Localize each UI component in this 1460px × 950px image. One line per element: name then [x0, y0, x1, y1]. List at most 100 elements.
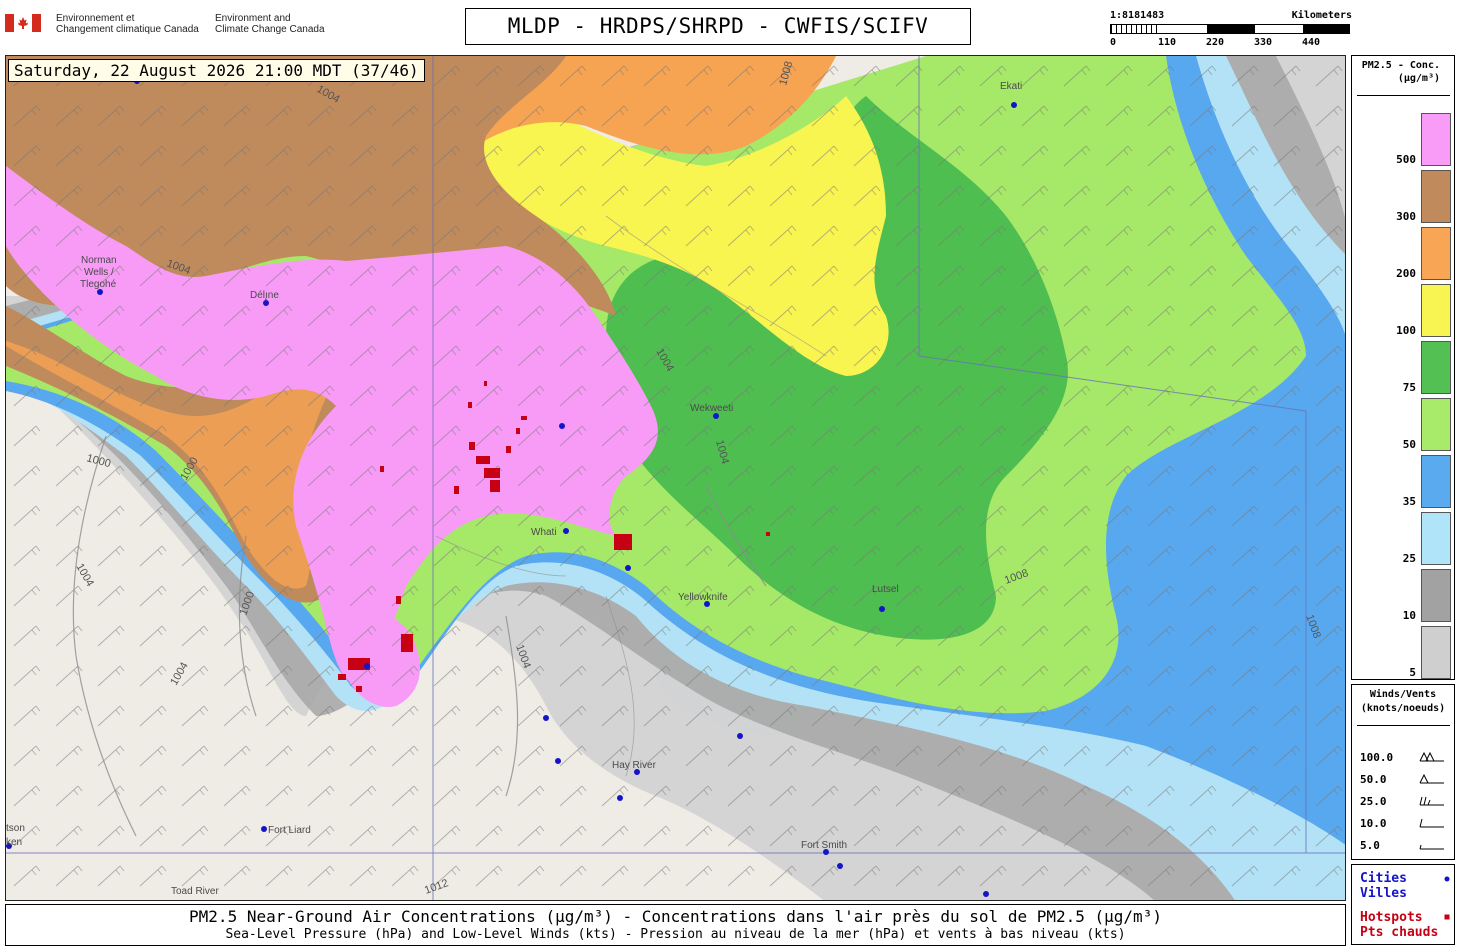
wind-speed-label: 50.0	[1360, 773, 1387, 786]
wind-legend-title-line-1: Winds/Vents	[1369, 689, 1437, 700]
legend-swatch	[1421, 455, 1451, 508]
city-label: Fort Smith	[801, 840, 847, 851]
city-label: Toad River	[171, 886, 219, 897]
city-marker	[1011, 102, 1017, 108]
cities-label-fr: Villes	[1360, 886, 1407, 901]
city-marker	[261, 826, 267, 832]
hotspot-marker	[356, 686, 362, 692]
scale-tick: 220	[1206, 37, 1225, 48]
caption-line-2: Sea-Level Pressure (hPa) and Low-Level W…	[225, 927, 1126, 942]
city-marker	[617, 795, 623, 801]
organization-name-fr: Environnement et Changement climatique C…	[56, 13, 199, 35]
hotspot-marker	[506, 446, 511, 453]
legend-swatch	[1421, 569, 1451, 622]
city-marker	[543, 715, 549, 721]
city-label: Norman	[81, 255, 117, 266]
city-marker	[983, 891, 989, 897]
legend-bin-label: 200	[1396, 267, 1416, 280]
legend-swatch	[1421, 284, 1451, 337]
wind-speed-label: 100.0	[1360, 751, 1394, 764]
map-canvas: 1004 1004 1000 1000 1004 1004 1000 1004 …	[6, 56, 1345, 900]
legend-bin-label: 300	[1396, 210, 1416, 223]
legend-bin-label: 500	[1396, 153, 1416, 166]
scale-tick: 440	[1302, 37, 1321, 48]
legend-swatch	[1421, 227, 1451, 280]
city-marker	[364, 663, 370, 669]
legend-swatch	[1421, 512, 1451, 565]
hotspot-marker	[484, 468, 500, 478]
legend-bin-label: 10	[1402, 609, 1416, 622]
hotspots-label-en: Hotspots	[1360, 910, 1423, 925]
legend-swatch	[1421, 170, 1451, 223]
city-dot-icon	[1444, 876, 1450, 882]
legend-swatch	[1421, 113, 1451, 166]
scale-ratio: 1:8181483	[1110, 10, 1165, 21]
scale-tick: 0	[1110, 37, 1117, 48]
hotspot-marker	[476, 456, 490, 464]
wind-legend-title-line-2: (knots/noeuds)	[1360, 703, 1446, 714]
city-label: Whati	[531, 527, 557, 538]
concentration-legend: PM2.5 - Conc. (µg/m³) 500 300 200 100 75 50 35…	[1351, 55, 1455, 680]
hotspot-marker	[454, 486, 459, 494]
scale-tick: 330	[1254, 37, 1273, 48]
legend-title-line-1: PM2.5 - Conc.	[1361, 60, 1440, 71]
org-en-line-1: Environment and	[215, 13, 291, 24]
wind-barb-icon	[1419, 844, 1444, 850]
city-label: Hay River	[612, 760, 657, 771]
hotspot-marker	[469, 442, 475, 450]
city-marker	[737, 733, 743, 739]
hotspot-marker	[396, 596, 401, 604]
city-marker	[563, 528, 569, 534]
city-label: ken	[6, 837, 22, 848]
org-fr-line-1: Environnement et	[56, 13, 135, 24]
smoke-forecast-map[interactable]: 1004 1004 1000 1000 1004 1004 1000 1004 …	[5, 55, 1346, 901]
legend-title-line-2: (µg/m³)	[1397, 73, 1440, 84]
map-scale-bar: 1:8181483 Kilometers 0 110 220 330 440	[1110, 10, 1352, 50]
city-label: Fort Liard	[268, 825, 311, 836]
org-en-line-2: Climate Change Canada	[215, 24, 325, 35]
scale-bar-graphic	[1110, 24, 1350, 34]
legend-swatch	[1421, 341, 1451, 394]
wind-speed-label: 5.0	[1360, 839, 1380, 852]
wind-speed-label: 10.0	[1360, 817, 1387, 830]
hotspot-marker	[380, 466, 384, 472]
scale-unit: Kilometers	[1291, 10, 1352, 21]
scale-tick: 110	[1158, 37, 1177, 48]
wind-barb-icon	[1419, 818, 1444, 828]
wind-legend-divider	[1357, 725, 1450, 726]
city-label: Tlegohé	[80, 279, 117, 290]
page-title: MLDP - HRDPS/SHRPD - CWFIS/SCIFV	[465, 8, 971, 45]
org-fr-line-2: Changement climatique Canada	[56, 24, 199, 35]
city-marker	[625, 565, 631, 571]
canada-flag-icon	[5, 14, 41, 32]
hotspot-marker	[401, 634, 413, 652]
caption-line-1: PM2.5 Near-Ground Air Concentrations (µg…	[189, 907, 1162, 926]
hotspot-marker	[468, 402, 472, 408]
legend-divider	[1357, 95, 1450, 96]
legend-title: PM2.5 - Conc. (µg/m³)	[1352, 59, 1454, 85]
hotspot-marker	[521, 416, 527, 420]
city-label: tson	[6, 823, 25, 834]
cities-label-en: Cities	[1360, 871, 1407, 886]
city-label: Délı̨ne	[250, 290, 279, 301]
hotspots-label-fr: Pts chauds	[1360, 925, 1439, 940]
hotspot-marker	[614, 534, 632, 550]
hotspot-marker	[338, 674, 346, 680]
city-marker	[555, 758, 561, 764]
legend-bin-label: 75	[1402, 381, 1416, 394]
legend-bin-label: 50	[1402, 438, 1416, 451]
legend-bin-label: 100	[1396, 324, 1416, 337]
city-marker	[879, 606, 885, 612]
city-label: Lutsel	[872, 584, 899, 595]
legend-swatch	[1421, 398, 1451, 451]
hotspot-marker	[490, 480, 500, 492]
wind-barb-icon	[1419, 773, 1444, 784]
hotspot-square-icon	[1444, 914, 1450, 920]
city-label: Wells /	[84, 267, 114, 278]
point-legend: Cities Villes Hotspots Pts chauds	[1351, 864, 1455, 945]
forecast-timestamp: Saturday, 22 August 2026 21:00 MDT (37/4…	[8, 59, 425, 82]
hotspot-marker	[484, 381, 487, 386]
legend-bin-label: 35	[1402, 495, 1416, 508]
hotspot-marker	[766, 532, 770, 536]
hotspot-marker	[516, 428, 520, 434]
